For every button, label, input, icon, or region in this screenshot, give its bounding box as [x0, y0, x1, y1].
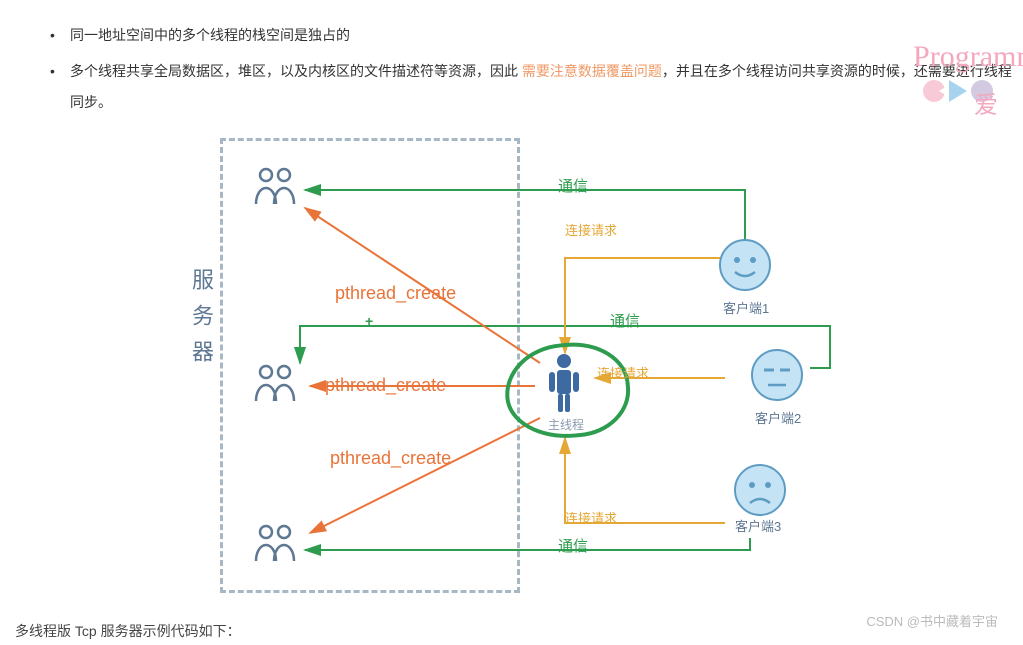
pthread-label-1: pthread_create — [335, 283, 456, 304]
users-icon-3 — [252, 523, 300, 566]
client-1-icon — [718, 238, 773, 296]
users-icon-2 — [252, 363, 300, 406]
bullet-item-2: 多个线程共享全局数据区，堆区，以及内核区的文件描述符等资源，因此 需要注意数据覆… — [50, 56, 1023, 118]
pthread-label-3: pthread_create — [330, 448, 451, 469]
server-label: 服务器 — [185, 268, 217, 376]
footer-text: 多线程版 Tcp 服务器示例代码如下： — [15, 621, 241, 641]
req-label-3: 连接请求 — [565, 508, 617, 527]
client-2-label: 客户端2 — [755, 408, 801, 427]
main-thread-label: 主线程 — [548, 416, 584, 433]
diagram-container: 服务器 + 主线程 客户端1 — [170, 138, 890, 598]
pacman-icon — [923, 80, 945, 102]
client-1-label: 客户端1 — [723, 298, 769, 317]
plus-icon: + — [365, 313, 373, 329]
bullet2-highlight: 需要注意数据覆盖问题 — [522, 63, 662, 79]
triangle-icon — [949, 80, 967, 102]
users-icon-1 — [252, 166, 300, 209]
req-label-1: 连接请求 — [565, 220, 617, 239]
comm-label-3: 通信 — [558, 535, 588, 556]
comm-label-1: 通信 — [558, 175, 588, 196]
bullet-item-1: 同一地址空间中的多个线程的栈空间是独占的 — [50, 20, 1023, 51]
pthread-label-2: pthread_create — [325, 375, 446, 396]
req-label-2: 连接请求 — [597, 363, 649, 382]
main-thread-icon — [545, 353, 583, 416]
client-2-icon — [750, 348, 805, 406]
footer-attribution: CSDN @书中藏着宇宙 — [866, 611, 998, 630]
bullet-list: 同一地址空间中的多个线程的栈空间是独占的 多个线程共享全局数据区，堆区，以及内核… — [0, 0, 1023, 117]
watermark-text: Programme — [913, 40, 1023, 74]
client-3-icon — [733, 463, 788, 521]
bullet2-before: 多个线程共享全局数据区，堆区，以及内核区的文件描述符等资源，因此 — [70, 63, 522, 79]
watermark-ai: 爱 — [974, 85, 998, 120]
comm-label-2: 通信 — [610, 310, 640, 331]
client-3-label: 客户端3 — [735, 516, 781, 535]
